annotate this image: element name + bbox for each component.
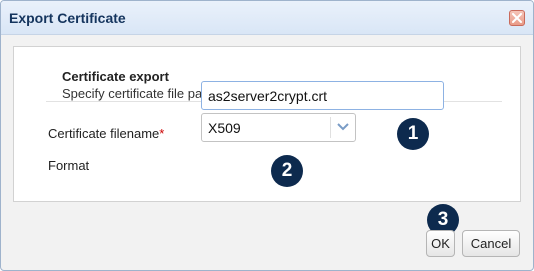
select-divider <box>330 117 331 138</box>
cancel-button[interactable]: Cancel <box>462 230 520 257</box>
chevron-down-icon[interactable] <box>337 123 349 131</box>
section-title: Certificate export <box>62 69 169 84</box>
filename-label: Certificate filename* <box>48 126 164 141</box>
step-badge-1: 1 <box>397 118 429 150</box>
filename-label-text: Certificate filename <box>48 126 160 141</box>
close-button[interactable] <box>509 10 525 26</box>
certificate-filename-input[interactable] <box>201 81 444 110</box>
close-icon <box>512 13 522 23</box>
step-badge-2: 2 <box>271 155 303 187</box>
dialog-titlebar[interactable]: Export Certificate <box>1 1 533 35</box>
required-marker: * <box>159 126 165 141</box>
format-select[interactable]: X509 <box>201 113 356 142</box>
format-label: Format <box>48 158 90 173</box>
export-certificate-dialog: Export Certificate Certificate export Sp… <box>0 0 534 271</box>
ok-button[interactable]: OK <box>426 230 455 257</box>
format-selected-value: X509 <box>208 120 241 136</box>
dialog-title: Export Certificate <box>9 10 126 26</box>
